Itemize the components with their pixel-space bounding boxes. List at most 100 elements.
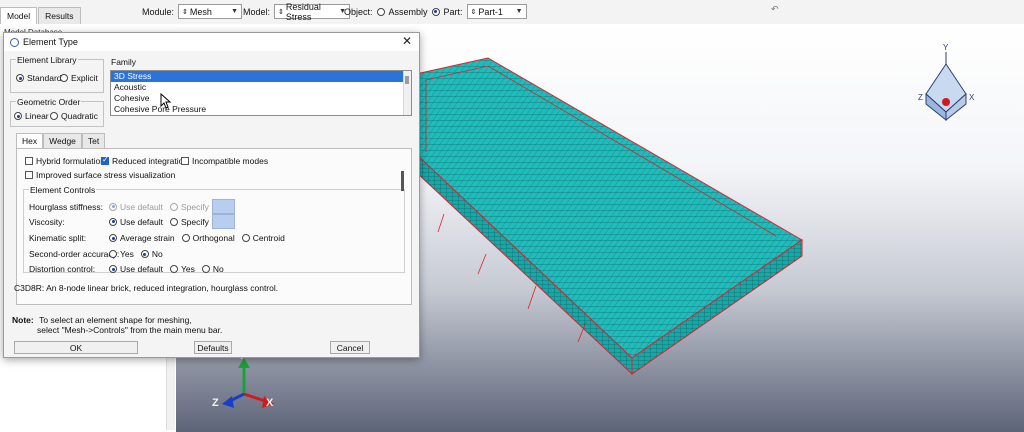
hourglass-label: Hourglass stiffness:	[29, 202, 104, 212]
spinner-icon: ⇕	[470, 8, 477, 16]
second-order-yes-label: Yes	[120, 249, 134, 259]
family-item[interactable]: 3D Stress	[111, 71, 411, 82]
family-item[interactable]: Cohesive Pore Pressure	[111, 104, 411, 115]
library-explicit-label: Explicit	[71, 73, 98, 83]
radio-icon[interactable]	[109, 217, 117, 226]
radio-icon[interactable]	[170, 217, 178, 226]
chevron-down-icon: ▼	[515, 8, 523, 15]
model-combo[interactable]: ⇕ Residual Stress ▼	[274, 1, 351, 22]
radio-icon	[16, 74, 24, 82]
viscosity-value-field[interactable]	[211, 214, 235, 229]
hourglass-default-label: Use default	[120, 201, 163, 212]
meshing-note: Note: To select an element shape for mes…	[12, 315, 222, 335]
checkbox-checked-icon	[101, 155, 109, 165]
note-line-2: select "Mesh->Controls" from the main me…	[37, 325, 223, 335]
order-quadratic-label: Quadratic	[61, 111, 98, 121]
radio-icon[interactable]	[109, 234, 117, 242]
tree-tabs: Model Results	[0, 0, 82, 24]
order-quadratic-option[interactable]: Quadratic	[50, 111, 98, 121]
incompatible-modes-checkbox[interactable]: Incompatible modes	[181, 156, 268, 166]
order-linear-option[interactable]: Linear	[14, 111, 49, 121]
viscosity-controls: Use default Specify	[109, 214, 235, 229]
family-label: Family	[110, 57, 138, 67]
improved-stress-checkbox[interactable]: Improved surface stress visualization	[25, 170, 175, 180]
element-controls-label: Element Controls	[29, 185, 97, 195]
radio-icon	[50, 112, 58, 120]
element-type-dialog: Element Type ✕ Element Library Standard …	[3, 32, 420, 358]
mouse-cursor-icon	[160, 93, 172, 109]
assembly-radio[interactable]	[376, 7, 385, 16]
radio-icon[interactable]	[181, 234, 190, 242]
viscosity-specify-label: Specify	[181, 216, 209, 227]
reduced-integration-checkbox[interactable]: Reduced integration	[101, 155, 189, 166]
part-radio[interactable]	[431, 7, 440, 16]
module-value: Mesh	[189, 6, 212, 17]
element-library-label: Element Library	[16, 55, 78, 65]
checkbox-icon	[25, 157, 33, 165]
toolbar-icons: ↶	[771, 4, 779, 15]
model-value: Residual Stress	[285, 1, 321, 22]
library-standard-option[interactable]: Standard	[16, 73, 62, 83]
part-label: Part:	[443, 6, 463, 17]
library-explicit-option[interactable]: Explicit	[60, 73, 98, 83]
tab-model[interactable]: Model	[0, 7, 38, 24]
cancel-button[interactable]: Cancel	[330, 341, 370, 354]
radio-icon[interactable]	[109, 265, 117, 273]
radio-icon[interactable]	[201, 265, 210, 273]
spinner-icon: ⇕	[278, 8, 284, 16]
spinner-icon: ⇕	[182, 8, 188, 16]
part-value: Part-1	[478, 6, 503, 17]
controls-scrollbar[interactable]	[399, 167, 406, 231]
distortion-label: Distortion control:	[29, 264, 96, 274]
checkbox-icon	[25, 171, 33, 179]
radio-icon[interactable]	[170, 265, 178, 273]
context-toolbar: Model Results Module: ⇕ Mesh ▼ Model: ⇕ …	[0, 0, 1024, 25]
radio-icon	[60, 74, 68, 82]
view-cube-icon[interactable]: Y Z X	[918, 43, 975, 122]
geometric-order-label: Geometric Order	[16, 97, 82, 107]
defaults-button[interactable]: Defaults	[194, 341, 232, 354]
family-item[interactable]: Acoustic	[111, 82, 411, 93]
incompatible-label: Incompatible modes	[192, 156, 269, 166]
viscosity-label: Viscosity:	[29, 217, 65, 227]
kinematic-controls: Average strain Orthogonal Centroid	[109, 233, 285, 243]
dialog-title: Element Type	[23, 37, 78, 47]
family-item[interactable]: Cohesive	[111, 93, 411, 104]
order-linear-label: Linear	[25, 111, 49, 121]
radio-icon[interactable]	[140, 250, 149, 258]
hourglass-controls: Use default Specify	[109, 199, 235, 214]
improved-label: Improved surface stress visualization	[36, 170, 176, 180]
family-listbox[interactable]: 3D Stress Acoustic Cohesive Cohesive Por…	[110, 70, 412, 116]
shape-tabs: Hex Wedge Tet	[16, 133, 106, 148]
element-description: C3D8R: An 8-node linear brick, reduced i…	[14, 283, 279, 293]
ok-button[interactable]: OK	[14, 341, 138, 354]
hourglass-value-field[interactable]	[211, 199, 235, 214]
distortion-no-label: No	[212, 264, 224, 274]
triad-x-label: X	[266, 397, 274, 409]
checkbox-icon	[181, 157, 189, 165]
module-combo[interactable]: ⇕ Mesh ▼	[178, 4, 243, 19]
radio-icon	[14, 112, 22, 120]
tab-wedge[interactable]: Wedge	[43, 133, 82, 148]
hybrid-checkbox[interactable]: Hybrid formulation	[25, 156, 105, 166]
kinematic-label: Kinematic split:	[29, 233, 87, 243]
library-standard-label: Standard	[27, 73, 62, 83]
radio-icon[interactable]	[109, 250, 117, 258]
dialog-titlebar[interactable]: Element Type ✕	[4, 33, 419, 51]
kinematic-centroid-label: Centroid	[252, 233, 285, 243]
svg-text:Z: Z	[918, 93, 923, 102]
hourglass-specify-label: Specify	[181, 201, 209, 212]
part-combo[interactable]: ⇕ Part-1 ▼	[466, 4, 527, 19]
family-scrollbar[interactable]	[403, 71, 411, 115]
close-icon[interactable]: ✕	[402, 34, 412, 48]
tab-tet[interactable]: Tet	[81, 133, 106, 148]
radio-icon[interactable]	[109, 202, 117, 211]
reduced-label: Reduced integration	[112, 156, 189, 166]
radio-icon[interactable]	[170, 202, 178, 211]
object-label: Object:	[344, 6, 373, 17]
undo-icon[interactable]: ↶	[771, 4, 779, 15]
svg-text:Y: Y	[943, 43, 949, 52]
tab-results[interactable]: Results	[38, 7, 81, 24]
radio-icon[interactable]	[241, 234, 250, 242]
tab-hex[interactable]: Hex	[16, 133, 44, 148]
